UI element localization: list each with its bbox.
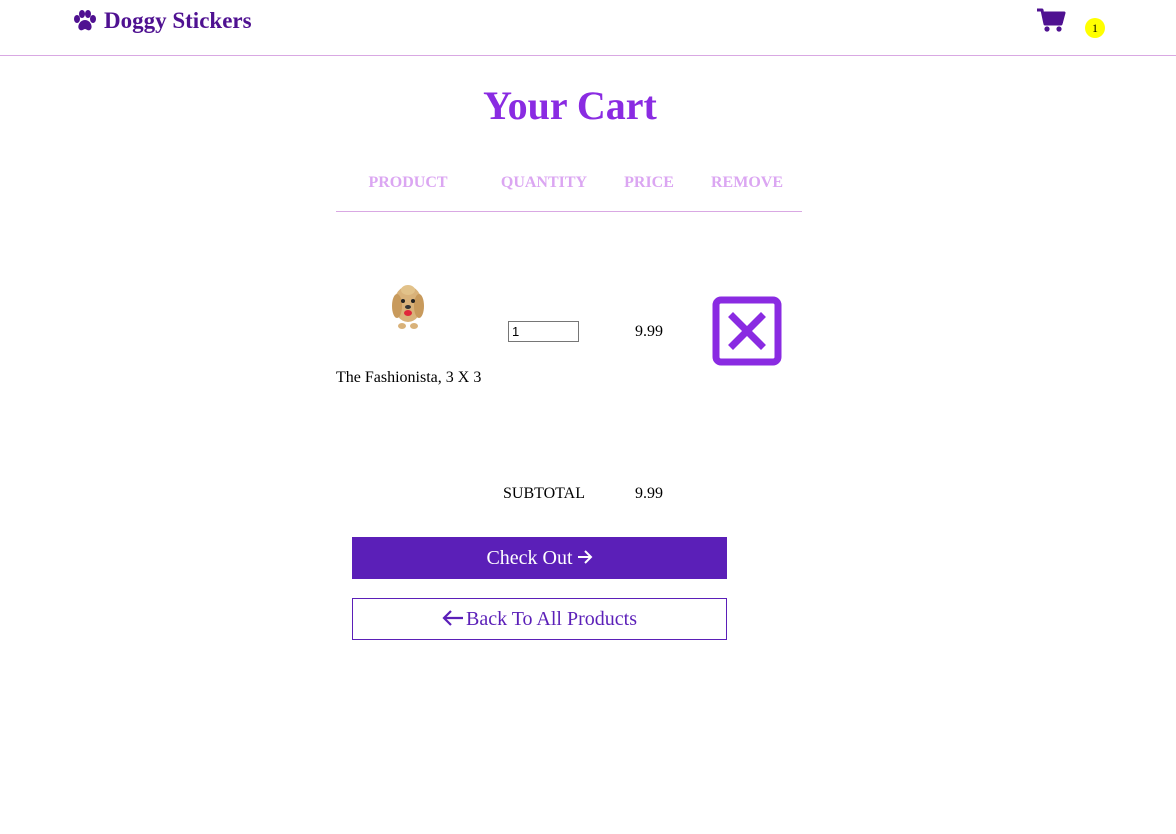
cart-item-row: The Fashionista, 3 X 3 9.99 — [336, 212, 802, 432]
product-image — [390, 282, 426, 332]
remove-item-button[interactable] — [712, 296, 782, 366]
column-header-product: PRODUCT — [368, 174, 448, 191]
close-box-icon — [712, 296, 782, 370]
column-header-quantity: QUANTITY — [500, 174, 588, 191]
item-price: 9.99 — [635, 323, 663, 340]
product-name: The Fashionista, 3 X 3 — [336, 369, 482, 386]
shopping-cart-icon — [1036, 8, 1066, 38]
paw-icon — [72, 10, 98, 32]
quantity-input[interactable] — [508, 321, 579, 342]
navbar: Doggy Stickers 1 — [0, 0, 1176, 56]
back-to-products-button[interactable]: Back To All Products — [352, 598, 727, 640]
cart-button[interactable] — [1036, 8, 1066, 34]
back-label: Back To All Products — [465, 607, 637, 630]
arrow-left-icon — [442, 606, 464, 632]
cart-table-header: PRODUCT QUANTITY PRICE REMOVE — [336, 160, 802, 212]
cart-count-badge: 1 — [1085, 18, 1105, 38]
column-header-price: PRICE — [624, 174, 674, 191]
subtotal-label: SUBTOTAL — [503, 485, 585, 502]
column-header-remove: REMOVE — [711, 174, 783, 191]
brand-link[interactable]: Doggy Stickers — [72, 8, 252, 34]
arrow-right-icon — [577, 548, 593, 569]
checkout-button[interactable]: Check Out — [352, 537, 727, 579]
page-title: Your Cart — [483, 83, 657, 128]
cart-table: PRODUCT QUANTITY PRICE REMOVE The Fashio… — [336, 160, 802, 432]
brand-label: Doggy Stickers — [104, 8, 252, 33]
checkout-label: Check Out — [486, 546, 573, 569]
subtotal-value: 9.99 — [635, 485, 663, 502]
